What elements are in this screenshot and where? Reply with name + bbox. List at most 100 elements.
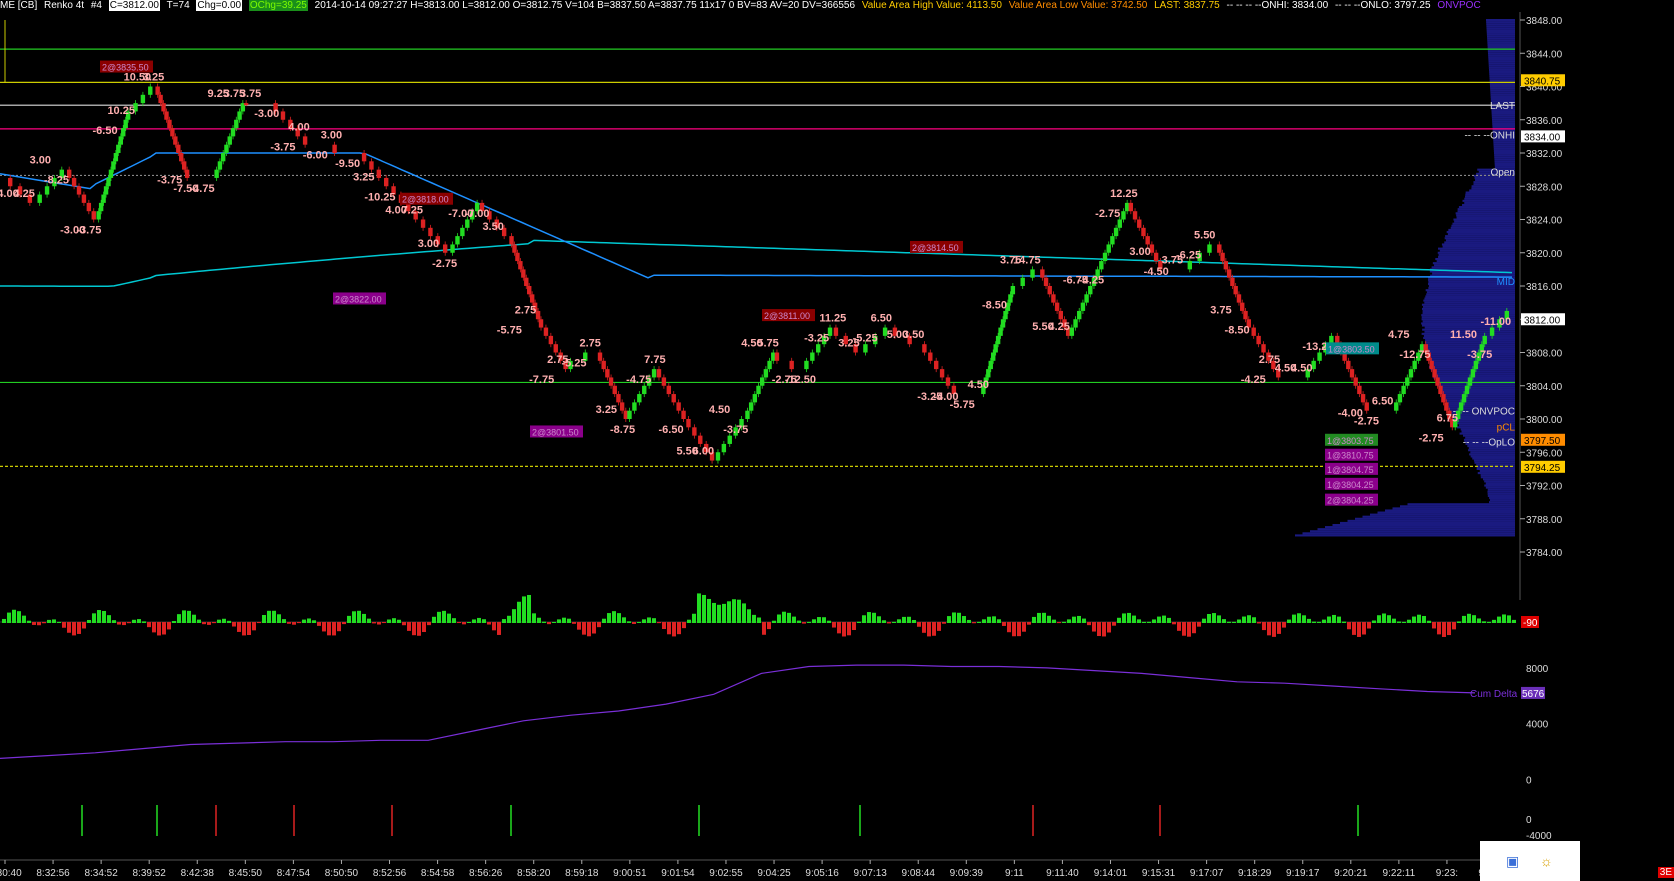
swing-label: 3.25: [143, 72, 164, 84]
volume-profile-bar: [1487, 40, 1515, 42]
delta-up-bar: [1122, 613, 1126, 623]
volume-profile-bar: [1491, 96, 1515, 98]
delta-up-bar: [7, 613, 11, 623]
delta-up-bar: [792, 617, 796, 623]
volume-profile-bar: [1492, 121, 1515, 123]
volume-profile-bar: [1423, 312, 1515, 314]
swing-label: -3.75: [1467, 349, 1492, 361]
volume-profile-bar: [1470, 451, 1515, 453]
delta-up-bar: [602, 619, 606, 623]
delta-down-bar: [592, 622, 596, 634]
delta-up-bar: [142, 621, 146, 623]
volume-profile-bar: [1439, 254, 1515, 256]
volume-profile-bar: [1423, 310, 1515, 312]
delta-down-bar: [1192, 622, 1196, 633]
delta-up-bar: [557, 619, 561, 623]
delta-up-bar: [1067, 619, 1071, 623]
delta-down-bar: [847, 622, 851, 635]
volume-profile-bar: [1448, 233, 1515, 235]
time-tick-label: 9:00:51: [613, 868, 647, 879]
volume-profile-bar: [1488, 50, 1515, 52]
delta-up-bar: [552, 622, 556, 623]
volume-profile-bar: [1429, 366, 1515, 368]
delta-badge-label: -90: [1523, 618, 1538, 629]
price-badge-label: 3797.50: [1524, 436, 1561, 447]
volume-profile-bar: [1494, 156, 1515, 158]
delta-down-bar: [402, 622, 406, 625]
delta-up-bar: [962, 616, 966, 623]
swing-label: -6.50: [92, 125, 117, 137]
delta-down-bar: [1437, 622, 1441, 634]
delta-down-bar: [117, 622, 121, 625]
volume-profile-bar: [1488, 493, 1515, 495]
delta-up-bar: [447, 614, 451, 623]
volume-profile-bar: [1486, 23, 1515, 25]
volume-profile-bar: [1442, 393, 1515, 395]
delta-up-bar: [747, 609, 751, 623]
delta-down-bar: [1022, 622, 1026, 632]
volume-profile-bar: [1310, 530, 1515, 532]
volume-profile-bar: [1303, 532, 1516, 534]
delta-up-bar: [362, 614, 366, 623]
volume-profile-bar: [1492, 125, 1515, 127]
time-tick-label: 8:50:50: [325, 868, 359, 879]
delta-up-bar: [477, 618, 481, 623]
cum-delta-badge-label: 5676: [1522, 689, 1545, 700]
delta-down-bar: [1097, 622, 1101, 636]
taskbar: ▣ ☼: [1480, 841, 1580, 881]
volume-profile-bar: [1487, 36, 1515, 38]
volume-profile-bar: [1478, 472, 1515, 474]
delta-down-bar: [202, 622, 206, 624]
delta-down-bar: [937, 622, 941, 631]
delta-down-bar: [657, 622, 661, 623]
delta-up-bar: [47, 620, 51, 623]
delta-up-bar: [517, 602, 521, 623]
level-label: -- -- --OpLO: [1463, 437, 1515, 448]
swing-label: 3.50: [482, 221, 503, 233]
renko-chart[interactable]: 3848.003844.003840.003836.003832.003828.…: [0, 0, 1674, 881]
volume-profile-bar: [1488, 489, 1515, 491]
volume-profile-bar: [1453, 219, 1515, 221]
volume-profile-bar: [1494, 146, 1515, 148]
onlo-value: -- -- --ONLO: 3797.25: [1335, 0, 1431, 11]
volume-profile-bar: [1432, 362, 1515, 364]
price-tick-label: 3816.00: [1526, 282, 1563, 293]
time-tick-label: 8:45:50: [229, 868, 263, 879]
volume-profile-bar: [1489, 497, 1515, 499]
delta-up-bar: [702, 595, 706, 623]
delta-up-bar: [1327, 617, 1331, 623]
volume-profile-bar: [1438, 256, 1515, 258]
level-label: pCL: [1497, 422, 1516, 433]
delta-down-bar: [972, 622, 976, 623]
delta-down-bar: [147, 622, 151, 627]
swing-label: -5.75: [950, 399, 975, 411]
time-tick-label: 8:39:52: [133, 868, 167, 879]
volume-profile-bar: [1426, 345, 1515, 347]
clock-icon[interactable]: ☼: [1540, 853, 1553, 869]
volume-profile-bar: [1318, 528, 1516, 530]
delta-down-bar: [1102, 622, 1106, 636]
delta-down-bar: [237, 622, 241, 632]
delta-up-bar: [857, 622, 861, 623]
delta-up-bar: [132, 620, 136, 623]
price-badge-label: 3834.00: [1524, 132, 1561, 143]
delta-down-bar: [382, 622, 386, 623]
swing-label: 14.75: [1013, 254, 1041, 266]
volume-profile-bar: [1488, 46, 1515, 48]
volume-profile-bar: [1491, 98, 1515, 100]
delta-up-bar: [892, 622, 896, 623]
swing-label: 3.50: [903, 329, 924, 341]
delta-up-bar: [102, 611, 106, 623]
delta-up-bar: [302, 620, 306, 623]
volume-profile-bar: [1489, 75, 1515, 77]
level-label: MID: [1497, 277, 1515, 288]
volume-profile-bar: [1438, 248, 1515, 250]
app-icon[interactable]: ▣: [1506, 853, 1519, 870]
swing-label: -4.75: [626, 374, 651, 386]
volume-profile-bar: [1476, 464, 1515, 466]
delta-down-bar: [317, 622, 321, 626]
delta-down-bar: [767, 622, 771, 629]
swing-label: 3.00: [30, 155, 51, 167]
volume-profile-bar: [1473, 181, 1515, 183]
volume-profile-bar: [1495, 160, 1516, 162]
